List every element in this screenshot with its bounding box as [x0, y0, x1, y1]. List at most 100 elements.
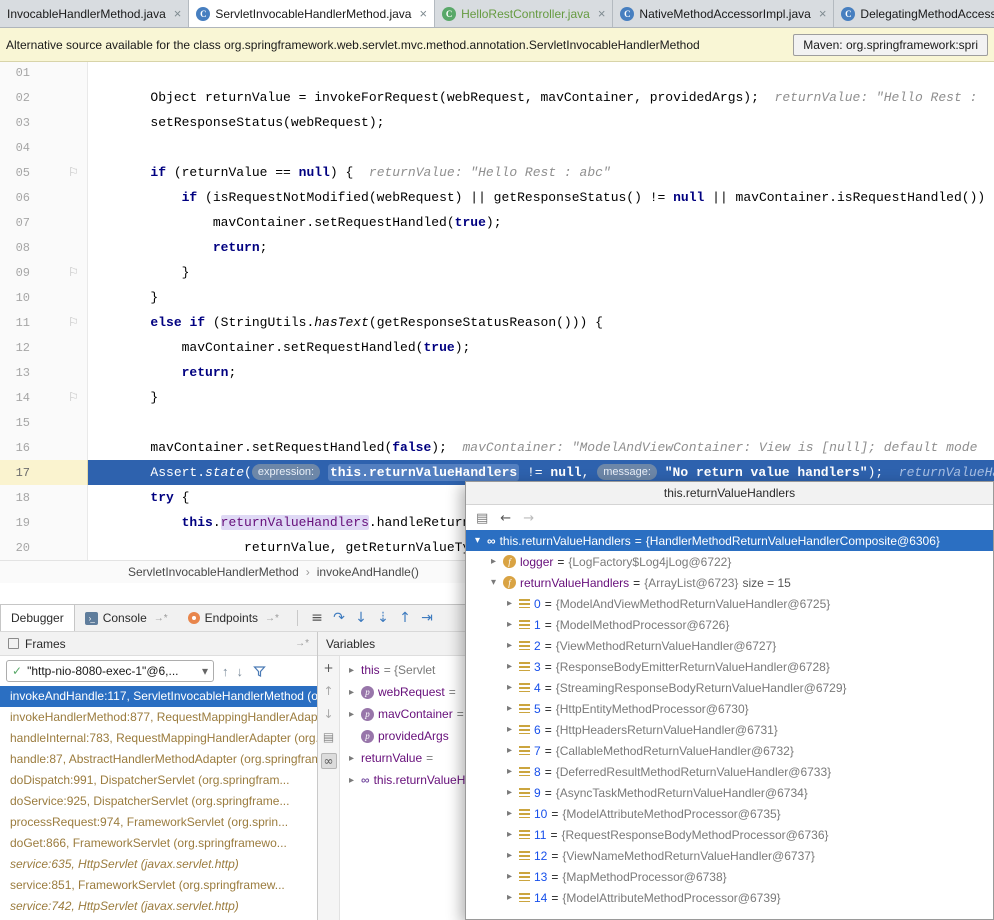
step-into-icon[interactable]: ↓	[350, 610, 372, 626]
chevron-right-icon[interactable]: ▸	[346, 709, 357, 720]
frame-row[interactable]: doGet:866, FrameworkServlet (org.springf…	[0, 833, 317, 854]
code-line[interactable]: 02 Object returnValue = invokeForRequest…	[0, 85, 994, 110]
breadcrumb-method[interactable]: invokeAndHandle()	[317, 565, 419, 579]
previous-frame-icon[interactable]: ↑	[222, 664, 229, 679]
gutter[interactable]: 05⚐	[0, 160, 88, 185]
tool-tab-console[interactable]: ›_Console→*	[75, 605, 178, 631]
variable-tree-row[interactable]: ▸12 = {ViewNameMethodReturnValueHandler@…	[466, 845, 993, 866]
editor-tab[interactable]: InvocableHandlerMethod.java×	[0, 0, 189, 27]
editor-tab[interactable]: CNativeMethodAccessorImpl.java×	[613, 0, 834, 27]
chevron-right-icon[interactable]: ▸	[504, 766, 515, 777]
frame-row[interactable]: handleInternal:783, RequestMappingHandle…	[0, 728, 317, 749]
chevron-right-icon[interactable]: ▸	[504, 808, 515, 819]
variable-tree-row[interactable]: ▸7 = {CallableMethodReturnValueHandler@6…	[466, 740, 993, 761]
code-line[interactable]: 12 mavContainer.setRequestHandled(true);	[0, 335, 994, 360]
chevron-right-icon[interactable]: ▸	[504, 871, 515, 882]
frame-row[interactable]: processRequest:974, FrameworkServlet (or…	[0, 812, 317, 833]
close-icon[interactable]: ×	[598, 6, 606, 21]
step-out-icon[interactable]: ↑	[394, 610, 416, 626]
gutter[interactable]: 18	[0, 485, 88, 510]
chevron-right-icon[interactable]: ▸	[504, 682, 515, 693]
variable-tree-row[interactable]: ▸3 = {ResponseBodyEmitterReturnValueHand…	[466, 656, 993, 677]
tool-tab-debugger[interactable]: Debugger	[0, 605, 75, 631]
gutter[interactable]: 20	[0, 535, 88, 560]
code-line[interactable]: 15	[0, 410, 994, 435]
step-over-icon[interactable]: ↷	[328, 610, 350, 626]
banner-source-selector[interactable]: Maven: org.springframework:spri	[793, 34, 988, 56]
code-line[interactable]: 07 mavContainer.setRequestHandled(true);	[0, 210, 994, 235]
chevron-down-icon[interactable]: ▾	[202, 664, 208, 678]
gutter[interactable]: 13	[0, 360, 88, 385]
code-line[interactable]: 13 return;	[0, 360, 994, 385]
tool-tab-endpoints[interactable]: Endpoints→*	[178, 605, 289, 631]
chevron-right-icon[interactable]: ▸	[504, 598, 515, 609]
copy-icon[interactable]: ▤	[323, 730, 334, 744]
gutter[interactable]: 02	[0, 85, 88, 110]
chevron-right-icon[interactable]: ▸	[504, 787, 515, 798]
gutter[interactable]: 10	[0, 285, 88, 310]
gutter[interactable]: 09⚐	[0, 260, 88, 285]
code-line[interactable]: 14⚐ }	[0, 385, 994, 410]
close-icon[interactable]: ×	[174, 6, 182, 21]
chevron-right-icon[interactable]: ▸	[504, 661, 515, 672]
variable-tree-row[interactable]: ▸8 = {DeferredResultMethodReturnValueHan…	[466, 761, 993, 782]
gutter[interactable]: 07	[0, 210, 88, 235]
chevron-right-icon[interactable]: ▸	[504, 892, 515, 903]
chevron-right-icon[interactable]: ▸	[346, 753, 357, 764]
gutter[interactable]: 11⚐	[0, 310, 88, 335]
chevron-right-icon[interactable]: ▸	[504, 745, 515, 756]
next-frame-icon[interactable]: ↓	[237, 664, 244, 679]
variable-tree-row[interactable]: ▾∞this.returnValueHandlers = {HandlerMet…	[466, 530, 993, 551]
variable-tree-row[interactable]: ▸10 = {ModelAttributeMethodProcessor@673…	[466, 803, 993, 824]
close-icon[interactable]: ×	[819, 6, 827, 21]
layout-icon[interactable]: ≡	[306, 610, 328, 626]
frame-row[interactable]: doDispatch:991, DispatcherServlet (org.s…	[0, 770, 317, 791]
breadcrumb-class[interactable]: ServletInvocableHandlerMethod	[128, 565, 299, 579]
chevron-down-icon[interactable]: ▾	[472, 535, 483, 546]
gutter[interactable]: 15	[0, 410, 88, 435]
frame-row[interactable]: service:742, HttpServlet (javax.servlet.…	[0, 896, 317, 917]
gutter[interactable]: 08	[0, 235, 88, 260]
forward-icon[interactable]: →	[523, 511, 534, 526]
editor-tab[interactable]: CDelegatingMethodAccessorImpl.java×	[834, 0, 994, 27]
float-pin-icon[interactable]: →*	[295, 638, 309, 649]
down-icon[interactable]: ↓	[323, 707, 333, 721]
code-line[interactable]: 06 if (isRequestNotModified(webRequest) …	[0, 185, 994, 210]
chevron-right-icon[interactable]: ▸	[346, 687, 357, 698]
variable-tree-row[interactable]: ▸14 = {ModelAttributeMethodProcessor@673…	[466, 887, 993, 908]
frame-row[interactable]: service:635, HttpServlet (javax.servlet.…	[0, 854, 317, 875]
view-as-icon[interactable]: ▤	[476, 511, 488, 526]
frame-row[interactable]: handle:87, AbstractHandlerMethodAdapter …	[0, 749, 317, 770]
variable-tree-row[interactable]: ▸5 = {HttpEntityMethodProcessor@6730}	[466, 698, 993, 719]
thread-selector[interactable]: ✓ "http-nio-8080-exec-1"@6,... ▾	[6, 660, 214, 682]
variable-tree-row[interactable]: ▸6 = {HttpHeadersReturnValueHandler@6731…	[466, 719, 993, 740]
chevron-right-icon[interactable]: ▸	[504, 703, 515, 714]
code-line[interactable]: 10 }	[0, 285, 994, 310]
chevron-down-icon[interactable]: ▾	[488, 577, 499, 588]
chevron-right-icon[interactable]: ▸	[504, 619, 515, 630]
filter-icon[interactable]	[253, 665, 266, 678]
gutter[interactable]: 03	[0, 110, 88, 135]
code-line[interactable]: 11⚐ else if (StringUtils.hasText(getResp…	[0, 310, 994, 335]
gutter[interactable]: 12	[0, 335, 88, 360]
code-line[interactable]: 09⚐ }	[0, 260, 994, 285]
gutter[interactable]: 19	[0, 510, 88, 535]
editor-tab[interactable]: CServletInvocableHandlerMethod.java×	[189, 0, 435, 27]
variable-tree-row[interactable]: ▾freturnValueHandlers = {ArrayList@6723}…	[466, 572, 993, 593]
chevron-right-icon[interactable]: ▸	[504, 850, 515, 861]
frame-row[interactable]: doService:925, DispatcherServlet (org.sp…	[0, 791, 317, 812]
force-step-into-icon[interactable]: ⇣	[372, 610, 394, 626]
show-watches-icon[interactable]: ∞	[321, 753, 337, 769]
gutter[interactable]: 16	[0, 435, 88, 460]
variable-tree-row[interactable]: ▸2 = {ViewMethodReturnValueHandler@6727}	[466, 635, 993, 656]
code-line[interactable]: 05⚐ if (returnValue == null) { returnVal…	[0, 160, 994, 185]
frame-row[interactable]: service:851, FrameworkServlet (org.sprin…	[0, 875, 317, 896]
variable-tree-row[interactable]: ▸0 = {ModelAndViewMethodReturnValueHandl…	[466, 593, 993, 614]
gutter[interactable]: 14⚐	[0, 385, 88, 410]
code-line[interactable]: 16 mavContainer.setRequestHandled(false)…	[0, 435, 994, 460]
code-line[interactable]: 03 setResponseStatus(webRequest);	[0, 110, 994, 135]
variable-tree-row[interactable]: ▸13 = {MapMethodProcessor@6738}	[466, 866, 993, 887]
chevron-right-icon[interactable]: ▸	[504, 829, 515, 840]
gutter[interactable]: 01	[0, 62, 88, 85]
up-icon[interactable]: ↑	[323, 684, 333, 698]
